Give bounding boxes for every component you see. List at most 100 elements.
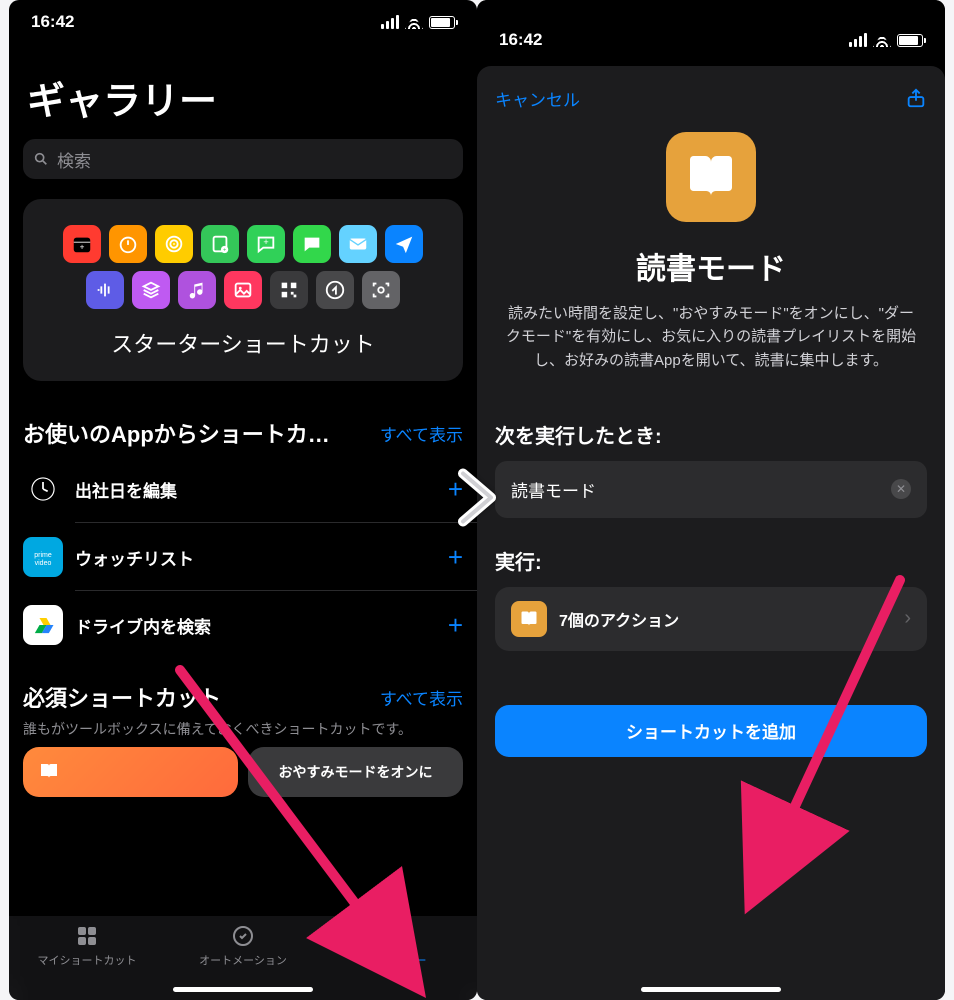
status-icons [381,15,455,29]
cellular-icon [381,15,399,29]
book-icon [683,149,739,205]
starter-tile-layers[interactable] [132,271,170,309]
clock-icon [29,475,57,503]
starter-tile-mail[interactable] [339,225,377,263]
airplay-icon [163,233,185,255]
prime-video-icon: primevideo [29,543,57,571]
see-all-link[interactable]: すべて表示 [380,685,463,710]
search-input[interactable]: 検索 [23,139,463,179]
trigger-field[interactable]: 読書モード ✕ [495,461,927,518]
starter-tile-note-plus[interactable]: + [201,225,239,263]
add-icon[interactable]: + [448,542,463,573]
shortcut-card[interactable]: おやすみモードをオンに [248,747,463,797]
share-arrow-icon [324,279,346,301]
app-icon: primevideo [23,537,63,577]
section-title: お使いのAppからショートカ… [23,417,330,449]
starter-tile-music-note[interactable] [178,271,216,309]
book-icon [519,609,539,629]
app-icon [23,605,63,645]
clear-icon[interactable]: ✕ [891,479,911,499]
stack-icon [385,924,413,948]
calendar-plus-icon: + [71,233,93,255]
starter-tile-scan[interactable] [362,271,400,309]
book-icon [37,760,61,784]
qr-icon [278,279,300,301]
trigger-value: 読書モード [511,477,596,502]
shortcut-list-item[interactable]: primevideo ウォッチリスト + [9,523,477,591]
starter-tile-photo[interactable] [224,271,262,309]
add-button-label: ショートカットを追加 [626,718,796,743]
message-icon [301,233,323,255]
battery-icon [897,34,923,47]
scan-icon [370,279,392,301]
search-icon [33,151,49,167]
shortcut-description: 読みたい時間を設定し、"おやすみモード"をオンにし、"ダークモード"を有効にし、… [505,302,917,372]
starter-tile-qr[interactable] [270,271,308,309]
starter-tile-airplay[interactable] [155,225,193,263]
tab-label: マイショートカット [38,952,137,968]
cancel-button[interactable]: キャンセル [495,86,580,111]
starter-card[interactable]: +++ スターターショートカット [23,199,463,381]
shortcut-icon [666,132,756,222]
sheet-header: キャンセル [495,82,927,114]
chat-plus-icon: + [255,233,277,255]
wifi-icon [405,15,423,29]
section-header-essential: 必須ショートカット すべて表示 [9,659,477,719]
actions-count: 7個のアクション [559,607,892,631]
apps-list: 出社日を編集+primevideoウォッチリスト+ドライブ内を検索+ [9,455,477,659]
home-indicator[interactable] [173,987,313,992]
battery-icon [429,16,455,29]
actions-icon [511,601,547,637]
photo-icon [232,279,254,301]
share-icon[interactable] [905,86,927,110]
hero: 読書モード 読みたい時間を設定し、"おやすみモード"をオンにし、"ダークモード"… [495,114,927,382]
status-bar: 16:42 [9,0,477,44]
svg-text:video: video [35,560,52,567]
tab-label: ギャラリー [372,952,427,968]
shortcut-list-item[interactable]: 出社日を編集+ [9,455,477,523]
svg-text:+: + [80,243,85,252]
starter-tile-share-arrow[interactable] [316,271,354,309]
timer-icon [117,233,139,255]
starter-tile-waveform[interactable] [86,271,124,309]
starter-tile-calendar-plus[interactable]: + [63,225,101,263]
add-icon[interactable]: + [448,610,463,641]
tab-gallery[interactable]: ギャラリー [321,924,477,1000]
list-item-label: ウォッチリスト [75,545,436,570]
svg-text:+: + [223,247,226,253]
when-run-label: 次を実行したとき: [495,420,927,449]
shortcut-list-item[interactable]: ドライブ内を検索+ [9,591,477,659]
add-shortcut-button[interactable]: ショートカットを追加 [495,705,927,757]
starter-tile-chat-plus[interactable]: + [247,225,285,263]
page-title: ギャラリー [9,44,477,139]
status-icons [849,33,923,47]
music-note-icon [186,279,208,301]
shortcut-title: 読書モード [636,244,786,288]
clock-check-icon [229,924,257,948]
modal-sheet: キャンセル 読書モード 読みたい時間を設定し、"おやすみモード"をオンにし、"ダ… [477,66,945,1000]
cellular-icon [849,33,867,47]
section-header-apps: お使いのAppからショートカ… すべて表示 [9,381,477,455]
wifi-icon [873,33,891,47]
shortcut-card[interactable] [23,747,238,797]
send-icon [393,233,415,255]
chevron-right-icon: › [904,607,911,630]
gallery-screen: 16:42 ギャラリー 検索 +++ スターターショートカット お使いのAppか… [9,0,477,1000]
home-indicator[interactable] [641,987,781,992]
svg-text:+: + [263,237,268,247]
starter-grid: + + + [41,225,445,309]
starter-tile-timer[interactable] [109,225,147,263]
status-bar: 16:42 [477,18,945,62]
actions-card[interactable]: 7個のアクション › [495,587,927,651]
layers-icon [140,279,162,301]
section-subtitle: 誰もがツールボックスに備えておくべきショートカットです。 [9,719,477,747]
starter-tile-message[interactable] [293,225,331,263]
shortcut-detail-screen: 16:42 キャンセル 読書モード 読みたい時間を設定し、"おやすみモード"をオ… [477,0,945,1000]
svg-text:prime: prime [34,552,52,559]
see-all-link[interactable]: すべて表示 [380,421,463,446]
mail-icon [347,233,369,255]
starter-tile-send[interactable] [385,225,423,263]
search-placeholder: 検索 [57,147,91,172]
transition-arrow-icon [445,466,509,535]
tab-my-shortcuts[interactable]: マイショートカット [9,924,165,1000]
